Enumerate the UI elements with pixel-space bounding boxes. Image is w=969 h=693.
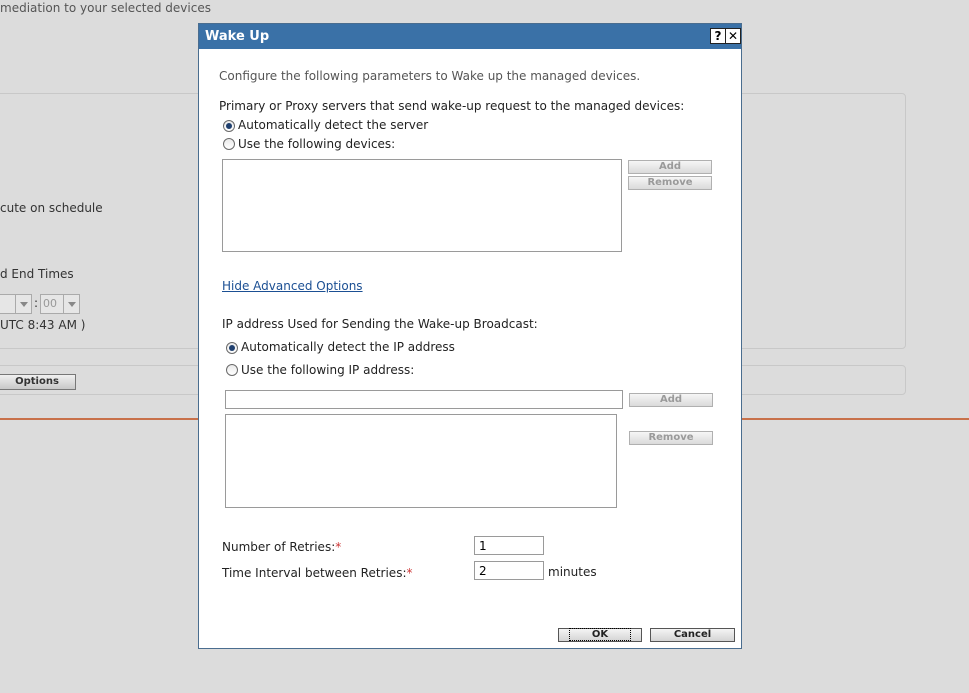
chevron-down-icon bbox=[15, 295, 31, 313]
radio-use-devices-label: Use the following devices: bbox=[238, 137, 396, 151]
devices-list[interactable] bbox=[222, 159, 622, 252]
chevron-down-icon bbox=[63, 295, 79, 313]
ip-heading: IP address Used for Sending the Wake-up … bbox=[222, 317, 538, 331]
background-minute-select[interactable]: 00 bbox=[40, 294, 80, 314]
background-minute-value: 00 bbox=[43, 297, 57, 310]
add-device-button[interactable]: Add bbox=[628, 160, 712, 174]
add-ip-button[interactable]: Add bbox=[629, 393, 713, 407]
cancel-button[interactable]: Cancel bbox=[650, 628, 735, 642]
retries-input[interactable] bbox=[474, 536, 544, 555]
hide-advanced-options-link[interactable]: Hide Advanced Options bbox=[222, 279, 363, 293]
ip-address-input[interactable] bbox=[225, 390, 623, 409]
background-options-button[interactable]: Options bbox=[0, 374, 76, 390]
background-schedule-label: cute on schedule bbox=[0, 201, 103, 215]
dialog-intro: Configure the following parameters to Wa… bbox=[219, 69, 641, 83]
background-times-label: d End Times bbox=[0, 267, 74, 281]
close-icon[interactable]: ✕ bbox=[725, 28, 741, 44]
radio-auto-detect-ip-label: Automatically detect the IP address bbox=[241, 340, 455, 354]
required-marker: * bbox=[335, 540, 342, 554]
ok-button-label: OK bbox=[568, 628, 632, 641]
servers-heading: Primary or Proxy servers that send wake-… bbox=[219, 99, 685, 113]
background-hour-select[interactable] bbox=[0, 294, 32, 314]
interval-label-text: Time Interval between Retries: bbox=[222, 566, 407, 580]
required-marker: * bbox=[406, 566, 413, 580]
remove-device-button[interactable]: Remove bbox=[628, 176, 712, 190]
ip-address-list[interactable] bbox=[225, 414, 617, 508]
retries-label: Number of Retries:* bbox=[222, 540, 341, 554]
radio-manual-ip[interactable] bbox=[226, 364, 238, 376]
interval-input[interactable] bbox=[474, 561, 544, 580]
wake-up-dialog: Wake Up ? ✕ Configure the following para… bbox=[198, 23, 742, 649]
radio-auto-detect-server-label: Automatically detect the server bbox=[238, 118, 429, 132]
background-description: mediation to your selected devices bbox=[0, 1, 211, 15]
radio-manual-ip-label: Use the following IP address: bbox=[241, 363, 415, 377]
radio-auto-detect-server[interactable] bbox=[223, 120, 235, 132]
remove-ip-button[interactable]: Remove bbox=[629, 431, 713, 445]
background-utc-label: UTC 8:43 AM ) bbox=[0, 318, 86, 332]
background-time-separator: : bbox=[34, 296, 39, 310]
dialog-titlebar[interactable]: Wake Up ? ✕ bbox=[199, 24, 741, 49]
radio-auto-detect-ip[interactable] bbox=[226, 342, 238, 354]
interval-unit: minutes bbox=[548, 565, 597, 579]
retries-label-text: Number of Retries: bbox=[222, 540, 336, 554]
help-icon[interactable]: ? bbox=[710, 28, 726, 44]
radio-use-devices[interactable] bbox=[223, 138, 235, 150]
ok-button[interactable]: OK bbox=[558, 628, 642, 642]
dialog-title: Wake Up bbox=[205, 29, 270, 44]
interval-label: Time Interval between Retries:* bbox=[222, 566, 413, 580]
